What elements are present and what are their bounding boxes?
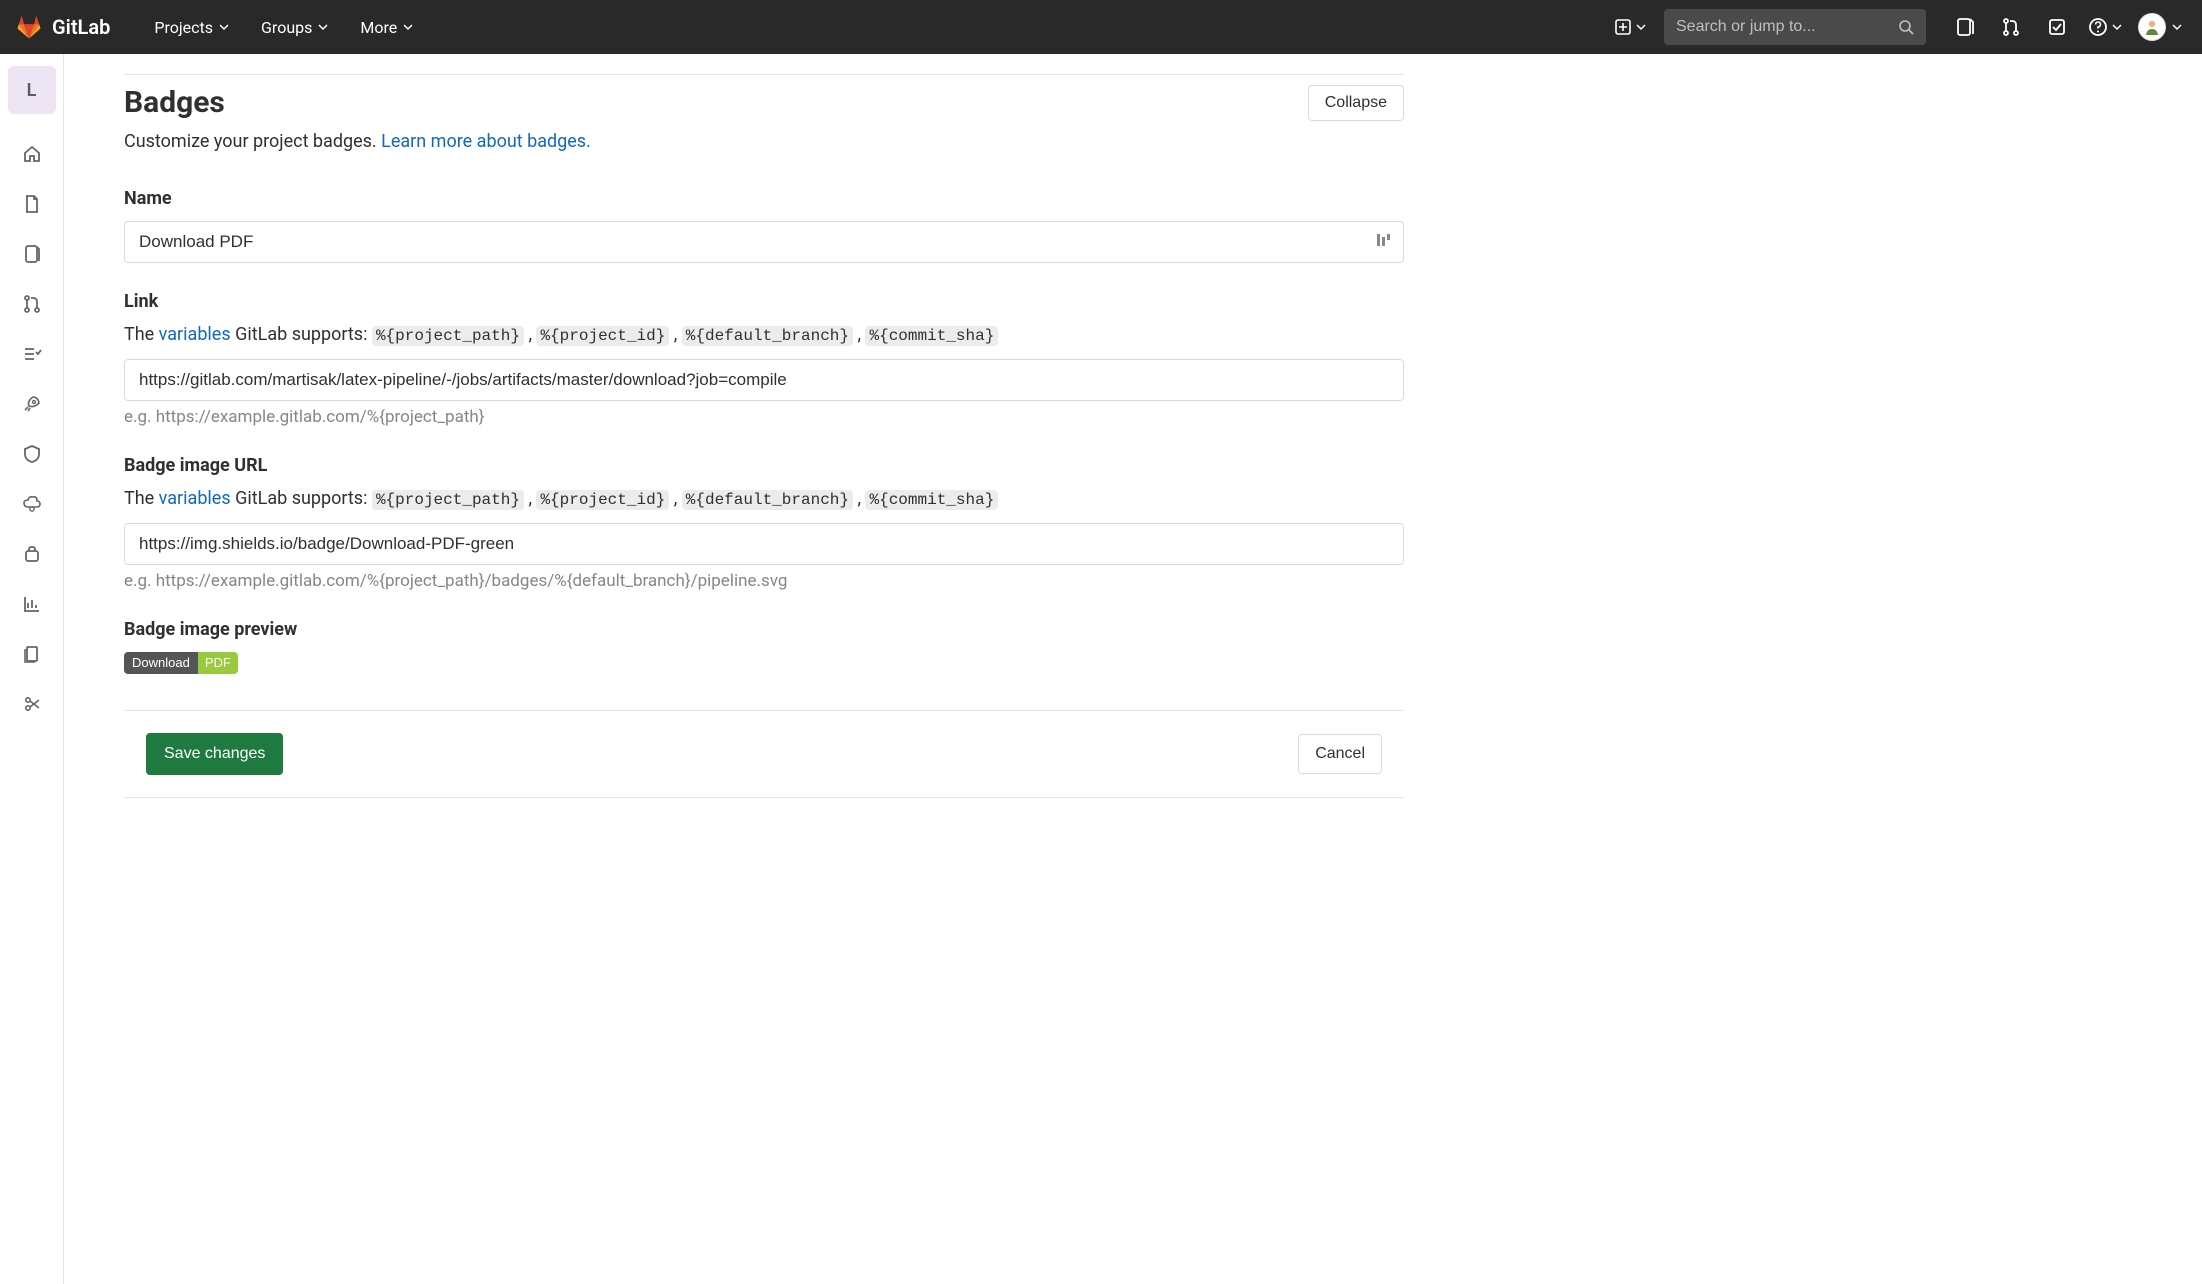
var-commit-sha: %{commit_sha} (865, 490, 998, 510)
nav-projects[interactable]: Projects (140, 10, 243, 45)
todos-shortcut[interactable] (2038, 8, 2076, 46)
sidebar-home[interactable] (10, 132, 54, 176)
nav-projects-label: Projects (154, 18, 213, 37)
question-icon (2088, 17, 2108, 37)
user-avatar-icon (2142, 17, 2162, 37)
issues-shortcut[interactable] (1946, 8, 1984, 46)
chart-icon (22, 594, 42, 614)
brand[interactable]: GitLab (16, 14, 110, 40)
learn-more-link[interactable]: Learn more about badges. (381, 131, 591, 152)
nav-more-label: More (360, 18, 397, 37)
chevron-down-icon (1636, 22, 1646, 32)
variables-link-2[interactable]: variables (159, 488, 231, 509)
chevron-down-icon (318, 22, 328, 32)
image-url-input[interactable] (124, 523, 1404, 565)
scissors-icon (22, 694, 42, 714)
link-label: Link (124, 291, 1404, 312)
search-input[interactable] (1676, 18, 1890, 36)
var-default-branch: %{default_branch} (682, 326, 853, 346)
var-project-path: %{project_path} (372, 490, 524, 510)
form-actions: Save changes Cancel (124, 710, 1404, 798)
key-suggestion-icon (1376, 232, 1392, 248)
sidebar-repository[interactable] (10, 182, 54, 226)
cloud-gear-icon (22, 494, 42, 514)
sidebar-security[interactable] (10, 432, 54, 476)
top-nav: Projects Groups More (140, 10, 427, 45)
save-button[interactable]: Save changes (146, 733, 283, 775)
merge-request-sidebar-icon (22, 294, 42, 314)
list-check-icon (22, 344, 42, 364)
name-input[interactable] (124, 221, 1404, 263)
nav-groups-label: Groups (261, 18, 312, 37)
badge-preview: Download PDF (124, 652, 238, 674)
plus-square-icon (1614, 18, 1632, 36)
shield-icon (22, 444, 42, 464)
avatar (2138, 13, 2166, 41)
link-example: e.g. https://example.gitlab.com/%{projec… (124, 407, 1404, 427)
badge-preview-left: Download (124, 652, 198, 674)
sidebar-merge-requests[interactable] (10, 282, 54, 326)
var-project-id: %{project_id} (536, 490, 669, 510)
merge-request-icon (2001, 17, 2021, 37)
issue-sidebar-icon (22, 244, 42, 264)
issue-icon (1955, 17, 1975, 37)
new-dropdown[interactable] (1608, 8, 1652, 46)
divider (124, 74, 1404, 75)
user-menu[interactable] (2134, 8, 2186, 46)
file-icon (22, 194, 42, 214)
variables-link[interactable]: variables (159, 324, 231, 345)
var-project-id: %{project_id} (536, 326, 669, 346)
collapse-button[interactable]: Collapse (1308, 85, 1404, 121)
image-variables-hint: The variables GitLab supports: %{project… (124, 488, 1404, 509)
link-variables-hint: The variables GitLab supports: %{project… (124, 324, 1404, 345)
chevron-down-icon (219, 22, 229, 32)
sidebar-cicd-requirements[interactable] (10, 332, 54, 376)
sidebar-analytics[interactable] (10, 582, 54, 626)
var-commit-sha: %{commit_sha} (865, 326, 998, 346)
image-url-label: Badge image URL (124, 455, 1404, 476)
preview-label: Badge image preview (124, 619, 1404, 640)
home-icon (22, 144, 42, 164)
input-suffix-icon (1376, 232, 1392, 252)
chevron-down-icon (2112, 22, 2122, 32)
search-box[interactable] (1664, 9, 1926, 45)
chevron-down-icon (2172, 22, 2182, 32)
help-dropdown[interactable] (2084, 8, 2126, 46)
name-label: Name (124, 188, 1404, 209)
badge-preview-right: PDF (198, 652, 238, 674)
chevron-down-icon (403, 22, 413, 32)
gitlab-logo-icon (16, 14, 42, 40)
link-input[interactable] (124, 359, 1404, 401)
var-project-path: %{project_path} (372, 326, 524, 346)
nav-groups[interactable]: Groups (247, 10, 342, 45)
search-icon (1898, 19, 1914, 35)
sidebar-wiki[interactable] (10, 632, 54, 676)
main-content: Badges Collapse Customize your project b… (64, 54, 1464, 1284)
nav-more[interactable]: More (346, 10, 427, 45)
cancel-button[interactable]: Cancel (1298, 734, 1382, 774)
merge-requests-shortcut[interactable] (1992, 8, 2030, 46)
top-icons (1946, 8, 2186, 46)
section-title: Badges (124, 85, 225, 120)
todo-icon (2047, 17, 2067, 37)
sidebar: L (0, 54, 64, 1284)
sidebar-operations[interactable] (10, 482, 54, 526)
image-url-example: e.g. https://example.gitlab.com/%{projec… (124, 571, 1404, 591)
section-desc-prefix: Customize your project badges. (124, 131, 381, 152)
topbar: GitLab Projects Groups More (0, 0, 2202, 54)
rocket-icon (22, 394, 42, 414)
sidebar-snippets[interactable] (10, 682, 54, 726)
book-icon (22, 644, 42, 664)
package-icon (22, 544, 42, 564)
var-default-branch: %{default_branch} (682, 490, 853, 510)
sidebar-issues[interactable] (10, 232, 54, 276)
section-description: Customize your project badges. Learn mor… (124, 131, 1404, 152)
brand-text: GitLab (52, 15, 110, 39)
sidebar-packages[interactable] (10, 532, 54, 576)
project-avatar[interactable]: L (8, 66, 56, 114)
sidebar-cicd[interactable] (10, 382, 54, 426)
